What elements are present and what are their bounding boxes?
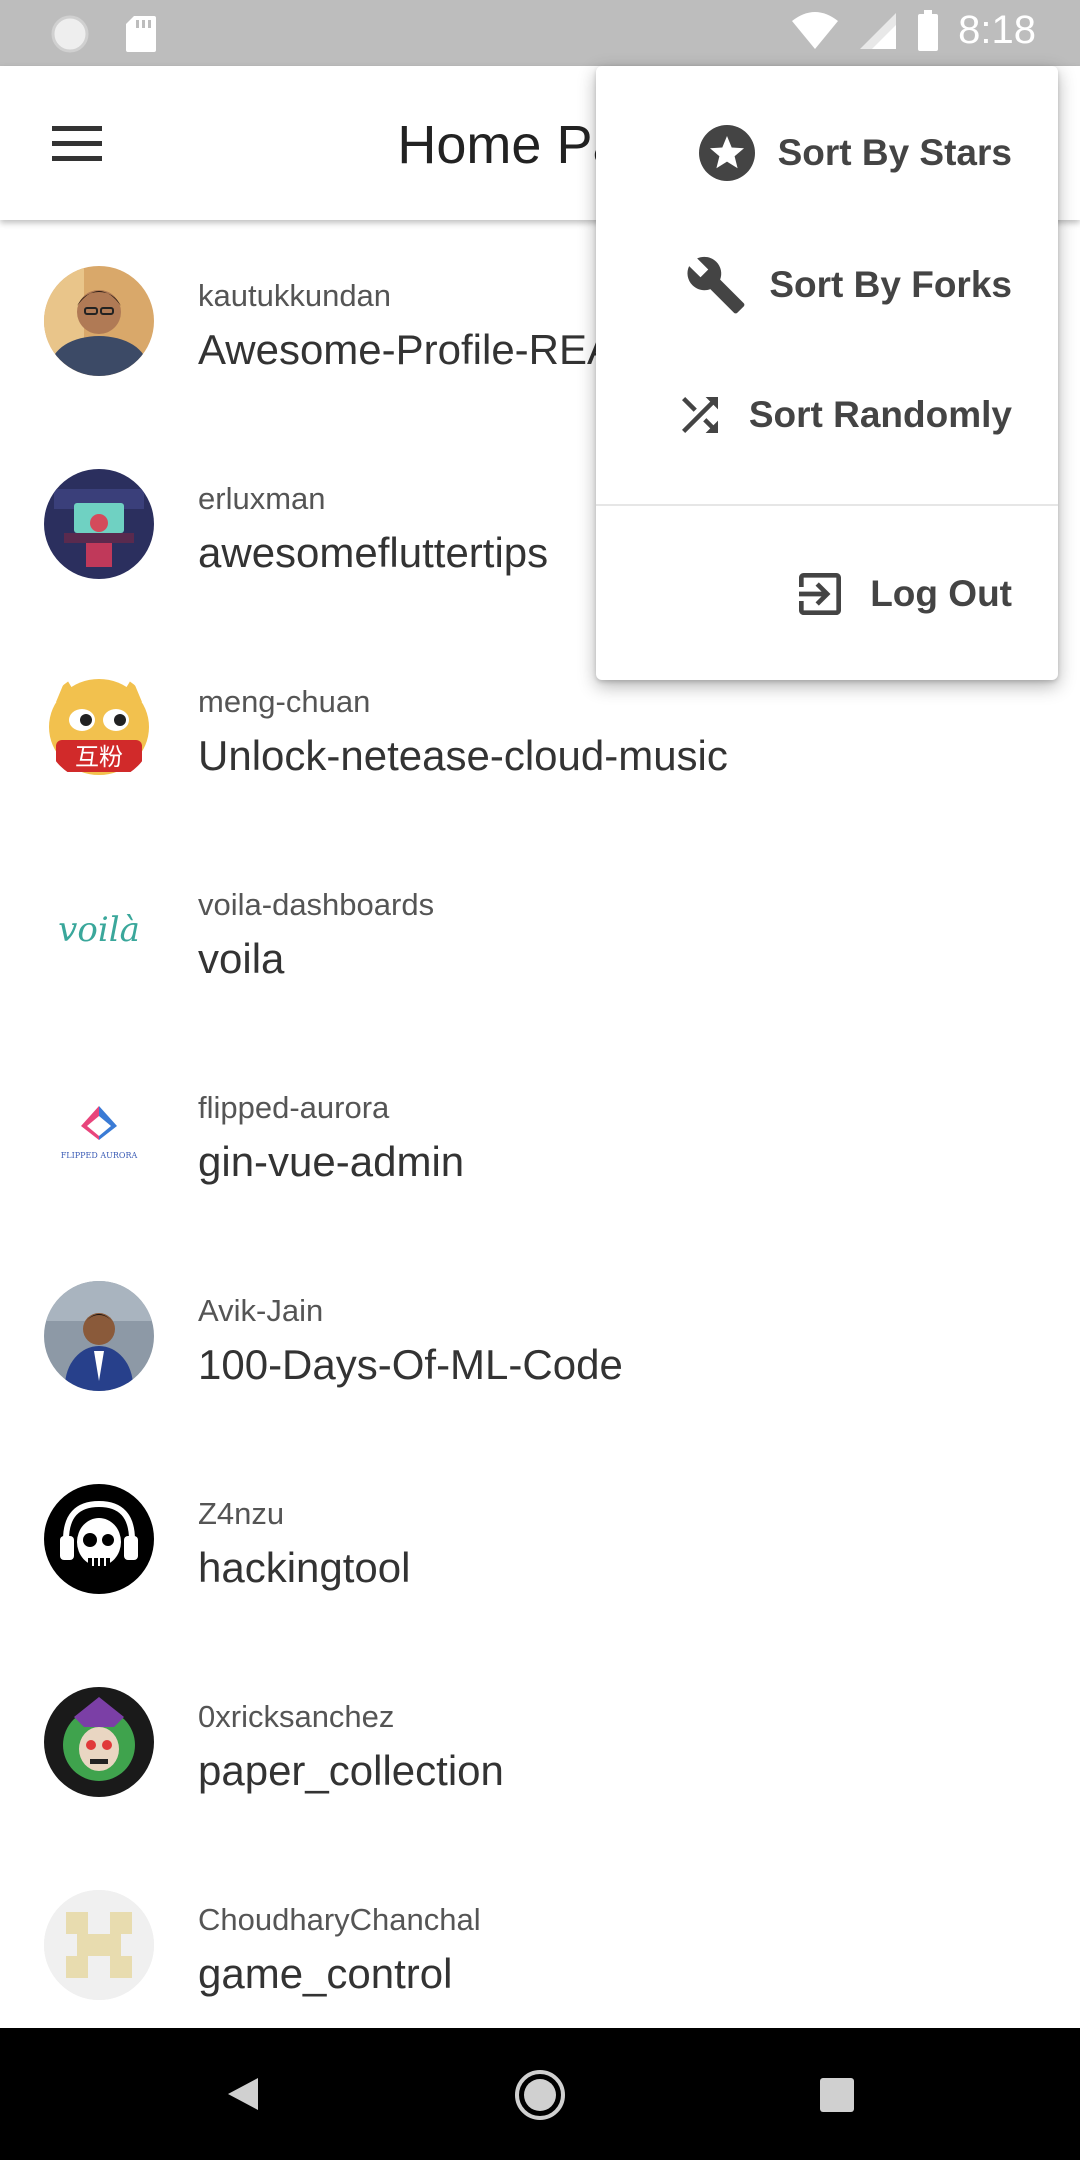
sort-by-forks-label: Sort By Forks bbox=[769, 264, 1012, 305]
list-item[interactable]: Z4nzu hackingtool bbox=[0, 1440, 1080, 1643]
repo-name: game_control bbox=[198, 1950, 453, 1997]
avatar bbox=[44, 1890, 154, 2000]
sort-menu-popup: Sort By Stars Sort By Forks Sort Randoml… bbox=[596, 66, 1058, 680]
sort-randomly-label: Sort Randomly bbox=[748, 394, 1012, 435]
status-bar: 8:18 bbox=[0, 0, 1080, 66]
avatar bbox=[44, 1281, 154, 1391]
avatar: voilà bbox=[44, 875, 154, 985]
repo-name: gin-vue-admin bbox=[198, 1138, 465, 1185]
repo-name: hackingtool bbox=[198, 1544, 411, 1591]
repo-name: voila bbox=[198, 935, 285, 982]
sort-by-forks-menu-item[interactable]: Sort By Forks bbox=[685, 254, 1012, 316]
avatar: 互粉 bbox=[44, 672, 154, 782]
circle-icon bbox=[51, 15, 89, 53]
sort-by-stars-label: Sort By Stars bbox=[777, 132, 1012, 173]
repo-owner: kautukkundan bbox=[198, 278, 392, 313]
repo-owner: ChoudharyChanchal bbox=[198, 1902, 481, 1937]
repo-owner: erluxman bbox=[198, 481, 326, 516]
avatar-label: FLIPPED AURORA bbox=[61, 1151, 138, 1160]
avatar-label: voilà bbox=[58, 910, 140, 950]
repo-owner: Z4nzu bbox=[198, 1496, 285, 1531]
back-icon[interactable] bbox=[222, 2074, 262, 2114]
status-time: 8:18 bbox=[958, 8, 1036, 52]
list-item[interactable]: Avik-Jain 100-Days-Of-ML-Code bbox=[0, 1237, 1080, 1440]
navigation-bar bbox=[0, 2028, 1080, 2160]
repo-name: Unlock-netease-cloud-music bbox=[198, 732, 728, 779]
list-item[interactable]: 0xricksanchez paper_collection bbox=[0, 1643, 1080, 1846]
menu-divider bbox=[596, 504, 1058, 506]
exit-icon bbox=[799, 573, 842, 615]
repo-owner: meng-chuan bbox=[198, 684, 371, 719]
wifi-icon bbox=[792, 11, 839, 49]
star-icon bbox=[698, 125, 755, 181]
home-icon[interactable] bbox=[513, 2068, 567, 2122]
repo-owner: 0xricksanchez bbox=[198, 1699, 395, 1734]
repo-owner: Avik-Jain bbox=[198, 1293, 324, 1328]
list-item[interactable]: ChoudharyChanchal game_control bbox=[0, 1846, 1080, 2049]
avatar bbox=[44, 1687, 154, 1797]
avatar bbox=[44, 469, 154, 579]
repo-owner: voila-dashboards bbox=[198, 887, 435, 922]
repo-owner: flipped-aurora bbox=[198, 1090, 390, 1125]
recents-icon[interactable] bbox=[818, 2076, 856, 2114]
cell-signal-icon bbox=[860, 12, 897, 49]
sd-card-icon bbox=[126, 16, 156, 52]
avatar: FLIPPED AURORA bbox=[44, 1078, 154, 1188]
list-item[interactable]: voilà voila-dashboards voila bbox=[0, 831, 1080, 1034]
log-out-label: Log Out bbox=[870, 573, 1012, 614]
repo-name: awesomefluttertips bbox=[198, 529, 549, 576]
battery-icon bbox=[918, 9, 939, 51]
sort-by-stars-menu-item[interactable]: Sort By Stars bbox=[698, 124, 1012, 182]
avatar-label: 互粉 bbox=[75, 743, 123, 771]
repo-name: paper_collection bbox=[198, 1747, 504, 1794]
list-item[interactable]: FLIPPED AURORA flipped-aurora gin-vue-ad… bbox=[0, 1034, 1080, 1237]
log-out-menu-item[interactable]: Log Out bbox=[792, 566, 1012, 622]
sort-randomly-menu-item[interactable]: Sort Randomly bbox=[673, 388, 1012, 442]
repo-name: 100-Days-Of-ML-Code bbox=[198, 1341, 623, 1388]
shuffle-icon bbox=[681, 397, 718, 433]
wrench-icon bbox=[687, 256, 745, 314]
avatar bbox=[44, 266, 154, 376]
avatar bbox=[44, 1484, 154, 1594]
